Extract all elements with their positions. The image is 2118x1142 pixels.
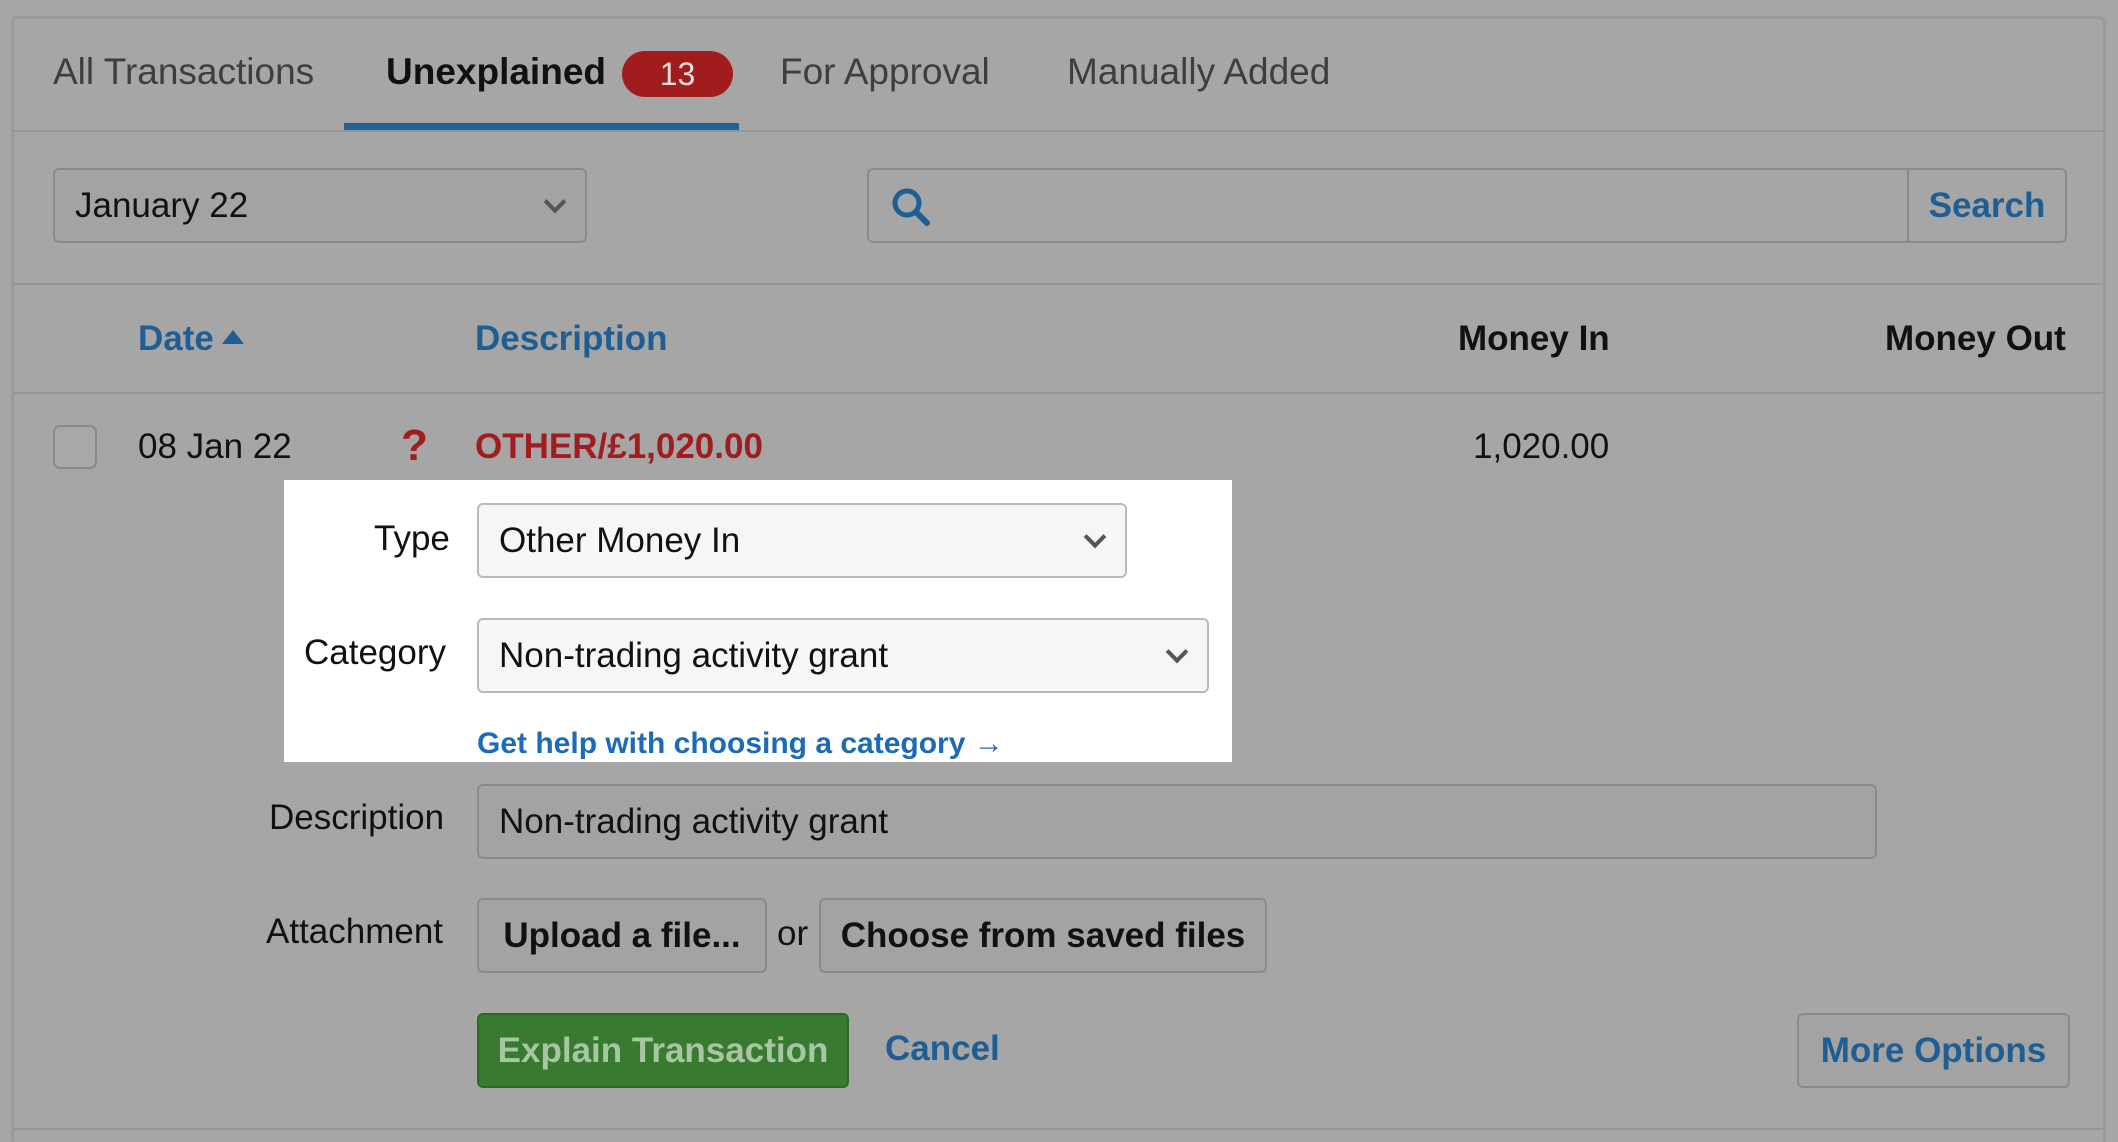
or-separator: or — [777, 914, 809, 953]
category-select-value: Non-trading activity grant — [499, 636, 889, 675]
description-input[interactable]: Non-trading activity grant — [477, 784, 1877, 859]
category-select[interactable]: Non-trading activity grant — [477, 618, 1209, 693]
active-tab-indicator — [344, 123, 739, 130]
tab-unexplained[interactable]: Unexplained — [386, 51, 606, 93]
chevron-down-icon — [1083, 525, 1107, 548]
tab-bar: All Transactions Unexplained 13 For Appr… — [14, 19, 2103, 132]
transaction-description[interactable]: OTHER/£1,020.00 — [475, 427, 763, 467]
bank-transactions-panel: All Transactions Unexplained 13 For Appr… — [11, 16, 2106, 1142]
tab-manually-added[interactable]: Manually Added — [1067, 51, 1330, 93]
transaction-date: 08 Jan 22 — [138, 427, 292, 466]
upload-file-button[interactable]: Upload a file... — [477, 898, 767, 973]
search-icon — [892, 188, 930, 226]
type-select[interactable]: Other Money In — [477, 503, 1127, 578]
category-label: Category — [304, 633, 447, 672]
type-select-value: Other Money In — [499, 521, 741, 560]
attachment-label: Attachment — [266, 912, 444, 951]
money-out-column-header: Money Out — [1885, 319, 2066, 358]
search-button[interactable]: Search — [1907, 170, 2065, 241]
tab-all-transactions[interactable]: All Transactions — [53, 51, 314, 93]
divider — [14, 283, 2103, 285]
sort-ascending-icon — [221, 330, 244, 344]
chevron-down-icon — [543, 190, 567, 213]
chevron-down-icon — [1165, 640, 1189, 663]
cancel-link[interactable]: Cancel — [885, 1029, 1000, 1069]
transaction-money-in: 1,020.00 — [1473, 427, 1610, 466]
explain-transaction-button[interactable]: Explain Transaction — [477, 1013, 849, 1088]
description-label: Description — [269, 798, 445, 837]
divider — [14, 1128, 2103, 1130]
search-input[interactable] — [949, 170, 1884, 241]
month-select[interactable]: January 22 — [53, 168, 587, 243]
divider — [14, 392, 2103, 394]
month-select-value: January 22 — [75, 186, 249, 225]
description-column-header[interactable]: Description — [475, 319, 668, 359]
tab-for-approval[interactable]: For Approval — [780, 51, 990, 93]
date-header-label: Date — [138, 319, 214, 358]
category-help-link[interactable]: Get help with choosing a category → — [477, 727, 1004, 761]
transaction-select-checkbox[interactable] — [53, 425, 97, 469]
search-box: Search — [867, 168, 2067, 243]
unexplained-count-badge: 13 — [622, 51, 733, 97]
date-column-header[interactable]: Date — [138, 319, 244, 359]
money-in-column-header: Money In — [1458, 319, 1610, 358]
type-label: Type — [374, 519, 450, 558]
unexplained-question-icon: ? — [401, 421, 428, 470]
choose-saved-files-button[interactable]: Choose from saved files — [819, 898, 1267, 973]
more-options-button[interactable]: More Options — [1797, 1013, 2070, 1088]
